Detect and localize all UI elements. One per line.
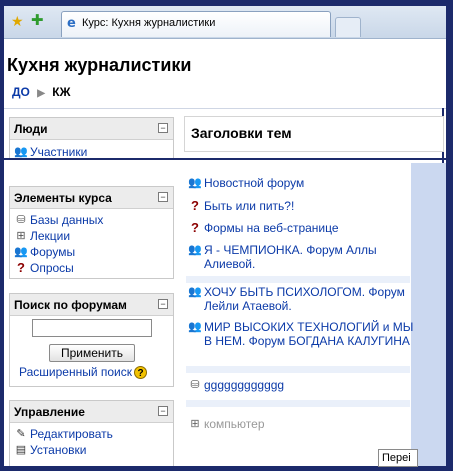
block-management-title: Управление <box>14 405 85 419</box>
activity-label[interactable]: Я - ЧЕМПИОНКА. Форум Аллы Алиевой. <box>204 243 377 271</box>
breadcrumb-current: КЖ <box>52 85 71 99</box>
course-section: 👥 Новостной форум ? Быть или пить?! ? Формы… <box>186 174 410 283</box>
block-people-header: Люди − <box>10 118 173 140</box>
block-management-header: Управление − <box>10 401 173 423</box>
sidebar-item-edit[interactable]: ✎ Редактировать <box>10 426 173 442</box>
sidebar-item-lessons[interactable]: ⊞ Лекции <box>10 228 173 244</box>
course-section: ⊞ компьютер <box>186 407 410 437</box>
block-course-elements-title: Элементы курса <box>14 191 112 205</box>
course-section: 👥 ХОЧУ БЫТЬ ПСИХОЛОГОМ. Форум Лейли Атаев… <box>186 283 413 367</box>
question-icon: ? <box>17 260 25 276</box>
activity-forum-psychologist[interactable]: 👥 ХОЧУ БЫТЬ ПСИХОЛОГОМ. Форум Лейли Атаев… <box>186 285 409 313</box>
forum-icon: 👥 <box>188 321 202 333</box>
sidebar-item-polls[interactable]: ? Опросы <box>10 260 173 276</box>
sidebar-item-label[interactable]: Базы данных <box>30 213 103 227</box>
sidebar-item-label[interactable]: Форумы <box>30 245 75 259</box>
participants-icon: 👥 <box>14 146 28 159</box>
section-separator <box>186 400 410 407</box>
activity-label[interactable]: Быть или пить?! <box>204 199 294 213</box>
add-favorites-icon[interactable]: ✚ <box>31 13 47 29</box>
activity-lesson-computer[interactable]: ⊞ компьютер <box>186 417 424 431</box>
course-section: ⛁ gggggggggggg <box>186 373 410 399</box>
tab-title: Курс: Кухня журналистики <box>82 17 216 29</box>
collapse-toggle-icon[interactable]: − <box>158 406 168 416</box>
forum-icon: 👥 <box>188 177 202 189</box>
lesson-icon: ⊞ <box>16 230 26 243</box>
header-divider <box>4 108 446 109</box>
activity-label[interactable]: gggggggggggg <box>204 378 284 392</box>
activity-news-forum[interactable]: 👥 Новостной форум <box>186 176 424 190</box>
window-frame-left <box>0 0 4 471</box>
sidebar-item-label[interactable]: Участники <box>30 145 87 159</box>
breadcrumb-home-link[interactable]: ДО <box>12 85 30 99</box>
database-icon: ⛁ <box>190 379 200 391</box>
activity-poll-1[interactable]: ? Быть или пить?! <box>186 198 424 214</box>
settings-icon: ▤ <box>15 444 27 457</box>
collapse-toggle-icon[interactable]: − <box>158 299 168 309</box>
block-forum-search-header: Поиск по форумам − <box>10 294 173 316</box>
topics-header-title: Заголовки тем <box>191 125 292 141</box>
window-frame-right <box>446 0 453 471</box>
activity-forum-champion[interactable]: 👥 Я - ЧЕМПИОНКА. Форум Аллы Алиевой. <box>186 243 409 271</box>
help-icon[interactable]: ? <box>134 366 147 380</box>
favorites-star-icon[interactable]: ★ <box>11 14 25 28</box>
sidebar-item-label[interactable]: Лекции <box>30 229 70 243</box>
viewport-divider-horizontal <box>4 158 446 160</box>
collapse-toggle-icon[interactable]: − <box>158 192 168 202</box>
page-title: Кухня журналистики <box>7 55 192 75</box>
lesson-icon: ⊞ <box>190 418 200 430</box>
forum-icon: 👥 <box>14 246 28 259</box>
forum-icon: 👥 <box>188 244 202 256</box>
jump-to-select[interactable]: Переі <box>378 449 418 467</box>
section-separator <box>186 366 410 373</box>
section-separator <box>186 276 410 283</box>
sidebar-item-label[interactable]: Опросы <box>30 261 74 275</box>
block-people: Люди − 👥 Участники <box>9 117 174 159</box>
activity-label[interactable]: компьютер <box>204 417 265 431</box>
activity-forum-high-tech[interactable]: 👥 МИР ВЫСОКИХ ТЕХНОЛОГИЙ и МЫ В НЕМ. Фору… <box>186 320 419 348</box>
forum-search-input[interactable] <box>32 319 152 337</box>
block-course-elements: Элементы курса − ⛁ Базы данных ⊞ Лекции 👥 Ф… <box>9 186 174 279</box>
sidebar-item-databases[interactable]: ⛁ Базы данных <box>10 212 173 228</box>
topics-header-box: Заголовки тем <box>184 116 444 152</box>
sidebar-item-label[interactable]: Редактировать <box>30 427 113 441</box>
block-forum-search-title: Поиск по форумам <box>14 298 127 312</box>
breadcrumb-separator-icon: ▶ <box>37 88 45 99</box>
new-tab-button[interactable] <box>335 17 361 37</box>
activity-database[interactable]: ⛁ gggggggggggg <box>186 378 424 392</box>
collapse-toggle-icon[interactable]: − <box>158 123 168 133</box>
breadcrumb: ДО ▶ КЖ <box>12 85 70 99</box>
question-icon: ? <box>191 220 199 235</box>
database-icon: ⛁ <box>16 214 26 227</box>
edit-icon: ✎ <box>16 428 26 441</box>
advanced-search-label[interactable]: Расширенный поиск <box>19 365 132 379</box>
activity-label[interactable]: ХОЧУ БЫТЬ ПСИХОЛОГОМ. Форум Лейли Атаево… <box>204 285 405 313</box>
activity-label[interactable]: Новостной форум <box>204 176 304 190</box>
advanced-search-link[interactable]: Расширенный поиск? <box>19 365 147 380</box>
activity-label[interactable]: МИР ВЫСОКИХ ТЕХНОЛОГИЙ и МЫ В НЕМ. Форум… <box>204 320 413 348</box>
browser-tab-active[interactable]: e Курс: Кухня журналистики <box>61 11 331 37</box>
ie-page-icon: e <box>67 16 76 31</box>
activity-label[interactable]: Формы на веб-странице <box>204 221 339 235</box>
browser-tab-strip: ★ ✚ e Курс: Кухня журналистики <box>4 6 446 39</box>
block-course-elements-header: Элементы курса − <box>10 187 173 209</box>
sidebar-item-forums[interactable]: 👥 Форумы <box>10 244 173 260</box>
block-people-title: Люди <box>14 122 48 136</box>
block-management: Управление − ✎ Редактировать ▤ Установки <box>9 400 174 466</box>
activity-poll-2[interactable]: ? Формы на веб-странице <box>186 220 424 236</box>
apply-button[interactable]: Применить <box>49 344 135 362</box>
sidebar-item-settings[interactable]: ▤ Установки <box>10 442 173 458</box>
sidebar-item-label[interactable]: Установки <box>30 443 86 457</box>
forum-icon: 👥 <box>188 286 202 298</box>
question-icon: ? <box>191 198 199 213</box>
